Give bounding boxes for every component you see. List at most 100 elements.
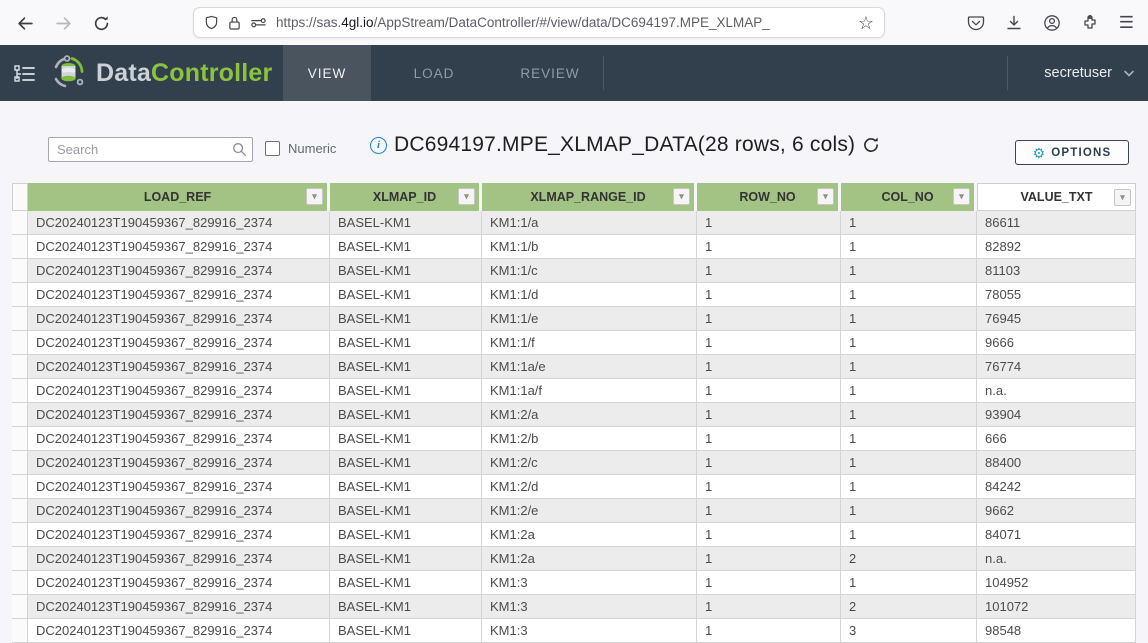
header-value-txt[interactable]: VALUE_TXT▾ [977, 183, 1136, 211]
app-logo[interactable]: DataController [50, 54, 272, 92]
bookmark-star-icon[interactable]: ☆ [858, 14, 874, 32]
cell-row-no[interactable]: 1 [697, 403, 841, 426]
cell-col-no[interactable]: 1 [841, 379, 977, 402]
cell-row-no[interactable]: 1 [697, 259, 841, 282]
header-col-no[interactable]: COL_NO▾ [841, 183, 977, 211]
url-bar[interactable]: https://sas.4gl.io/AppStream/DataControl… [193, 7, 885, 38]
cell-xlmap-range-id[interactable]: KM1:2a [482, 523, 697, 546]
tab-review[interactable]: REVIEW [506, 45, 594, 101]
cell-row-no[interactable]: 1 [697, 451, 841, 474]
cell-xlmap-id[interactable]: BASEL-KM1 [330, 259, 482, 282]
options-button[interactable]: ⚙ OPTIONS [1015, 140, 1129, 165]
cell-row-no[interactable]: 1 [697, 235, 841, 258]
row-selector[interactable] [12, 403, 28, 426]
cell-row-no[interactable]: 1 [697, 475, 841, 498]
cell-row-no[interactable]: 1 [697, 571, 841, 594]
cell-row-no[interactable]: 1 [697, 619, 841, 642]
cell-value-txt[interactable]: 101072 [977, 595, 1136, 618]
row-selector[interactable] [12, 379, 28, 402]
cell-xlmap-id[interactable]: BASEL-KM1 [330, 427, 482, 450]
cell-xlmap-id[interactable]: BASEL-KM1 [330, 331, 482, 354]
cell-load-ref[interactable]: DC20240123T190459367_829916_2374 [28, 379, 330, 402]
cell-xlmap-range-id[interactable]: KM1:3 [482, 595, 697, 618]
cell-value-txt[interactable]: 98548 [977, 619, 1136, 642]
search-input[interactable] [48, 137, 253, 162]
cell-load-ref[interactable]: DC20240123T190459367_829916_2374 [28, 547, 330, 570]
cell-value-txt[interactable]: 88400 [977, 451, 1136, 474]
cell-xlmap-id[interactable]: BASEL-KM1 [330, 571, 482, 594]
cell-load-ref[interactable]: DC20240123T190459367_829916_2374 [28, 619, 330, 642]
cell-xlmap-id[interactable]: BASEL-KM1 [330, 235, 482, 258]
cell-col-no[interactable]: 1 [841, 427, 977, 450]
row-selector[interactable] [12, 595, 28, 618]
table-row[interactable]: DC20240123T190459367_829916_2374 BASEL-K… [12, 571, 1136, 595]
extensions-puzzle-icon[interactable] [1081, 14, 1099, 32]
cell-value-txt[interactable]: 9666 [977, 331, 1136, 354]
cell-load-ref[interactable]: DC20240123T190459367_829916_2374 [28, 211, 330, 234]
cell-col-no[interactable]: 1 [841, 211, 977, 234]
filter-button[interactable]: ▾ [458, 188, 475, 205]
tab-view[interactable]: VIEW [283, 45, 371, 101]
cell-xlmap-id[interactable]: BASEL-KM1 [330, 355, 482, 378]
account-icon[interactable] [1043, 14, 1061, 32]
cell-xlmap-range-id[interactable]: KM1:3 [482, 571, 697, 594]
cell-row-no[interactable]: 1 [697, 547, 841, 570]
row-selector[interactable] [12, 283, 28, 306]
nav-tree-button[interactable] [12, 61, 38, 87]
cell-xlmap-id[interactable]: BASEL-KM1 [330, 379, 482, 402]
row-selector[interactable] [12, 547, 28, 570]
table-row[interactable]: DC20240123T190459367_829916_2374 BASEL-K… [12, 547, 1136, 571]
cell-value-txt[interactable]: 86611 [977, 211, 1136, 234]
info-icon[interactable]: i [370, 137, 387, 154]
table-row[interactable]: DC20240123T190459367_829916_2374 BASEL-K… [12, 259, 1136, 283]
cell-value-txt[interactable]: 666 [977, 427, 1136, 450]
header-xlmap-id[interactable]: XLMAP_ID▾ [330, 183, 482, 211]
cell-load-ref[interactable]: DC20240123T190459367_829916_2374 [28, 499, 330, 522]
cell-xlmap-range-id[interactable]: KM1:1/b [482, 235, 697, 258]
cell-xlmap-range-id[interactable]: KM1:1/f [482, 331, 697, 354]
row-selector[interactable] [12, 211, 28, 234]
cell-col-no[interactable]: 1 [841, 235, 977, 258]
cell-xlmap-range-id[interactable]: KM1:1a/e [482, 355, 697, 378]
forward-button[interactable] [48, 8, 78, 38]
cell-value-txt[interactable]: n.a. [977, 379, 1136, 402]
cell-xlmap-range-id[interactable]: KM1:1a/f [482, 379, 697, 402]
cell-col-no[interactable]: 1 [841, 283, 977, 306]
downloads-icon[interactable] [1005, 14, 1023, 32]
cell-xlmap-id[interactable]: BASEL-KM1 [330, 619, 482, 642]
cell-col-no[interactable]: 1 [841, 259, 977, 282]
tab-load[interactable]: LOAD [390, 45, 478, 101]
cell-xlmap-id[interactable]: BASEL-KM1 [330, 211, 482, 234]
table-row[interactable]: DC20240123T190459367_829916_2374 BASEL-K… [12, 451, 1136, 475]
numeric-checkbox[interactable] [265, 141, 280, 156]
table-row[interactable]: DC20240123T190459367_829916_2374 BASEL-K… [12, 307, 1136, 331]
table-row[interactable]: DC20240123T190459367_829916_2374 BASEL-K… [12, 619, 1136, 643]
cell-value-txt[interactable]: 78055 [977, 283, 1136, 306]
cell-load-ref[interactable]: DC20240123T190459367_829916_2374 [28, 475, 330, 498]
cell-value-txt[interactable]: 93904 [977, 403, 1136, 426]
cell-load-ref[interactable]: DC20240123T190459367_829916_2374 [28, 523, 330, 546]
cell-col-no[interactable]: 1 [841, 523, 977, 546]
cell-row-no[interactable]: 1 [697, 499, 841, 522]
filter-button[interactable]: ▾ [1114, 189, 1131, 206]
cell-load-ref[interactable]: DC20240123T190459367_829916_2374 [28, 427, 330, 450]
user-menu[interactable]: secretuser [1044, 45, 1134, 101]
cell-xlmap-id[interactable]: BASEL-KM1 [330, 283, 482, 306]
table-row[interactable]: DC20240123T190459367_829916_2374 BASEL-K… [12, 523, 1136, 547]
table-row[interactable]: DC20240123T190459367_829916_2374 BASEL-K… [12, 595, 1136, 619]
cell-value-txt[interactable]: n.a. [977, 547, 1136, 570]
row-selector[interactable] [12, 451, 28, 474]
cell-col-no[interactable]: 3 [841, 619, 977, 642]
back-button[interactable] [10, 8, 40, 38]
table-row[interactable]: DC20240123T190459367_829916_2374 BASEL-K… [12, 403, 1136, 427]
header-row-no[interactable]: ROW_NO▾ [697, 183, 841, 211]
cell-xlmap-range-id[interactable]: KM1:2/e [482, 499, 697, 522]
cell-load-ref[interactable]: DC20240123T190459367_829916_2374 [28, 355, 330, 378]
cell-xlmap-range-id[interactable]: KM1:1/d [482, 283, 697, 306]
filter-button[interactable]: ▾ [673, 188, 690, 205]
cell-value-txt[interactable]: 84071 [977, 523, 1136, 546]
cell-xlmap-id[interactable]: BASEL-KM1 [330, 499, 482, 522]
table-row[interactable]: DC20240123T190459367_829916_2374 BASEL-K… [12, 475, 1136, 499]
reload-button[interactable] [86, 8, 116, 38]
cell-value-txt[interactable]: 104952 [977, 571, 1136, 594]
